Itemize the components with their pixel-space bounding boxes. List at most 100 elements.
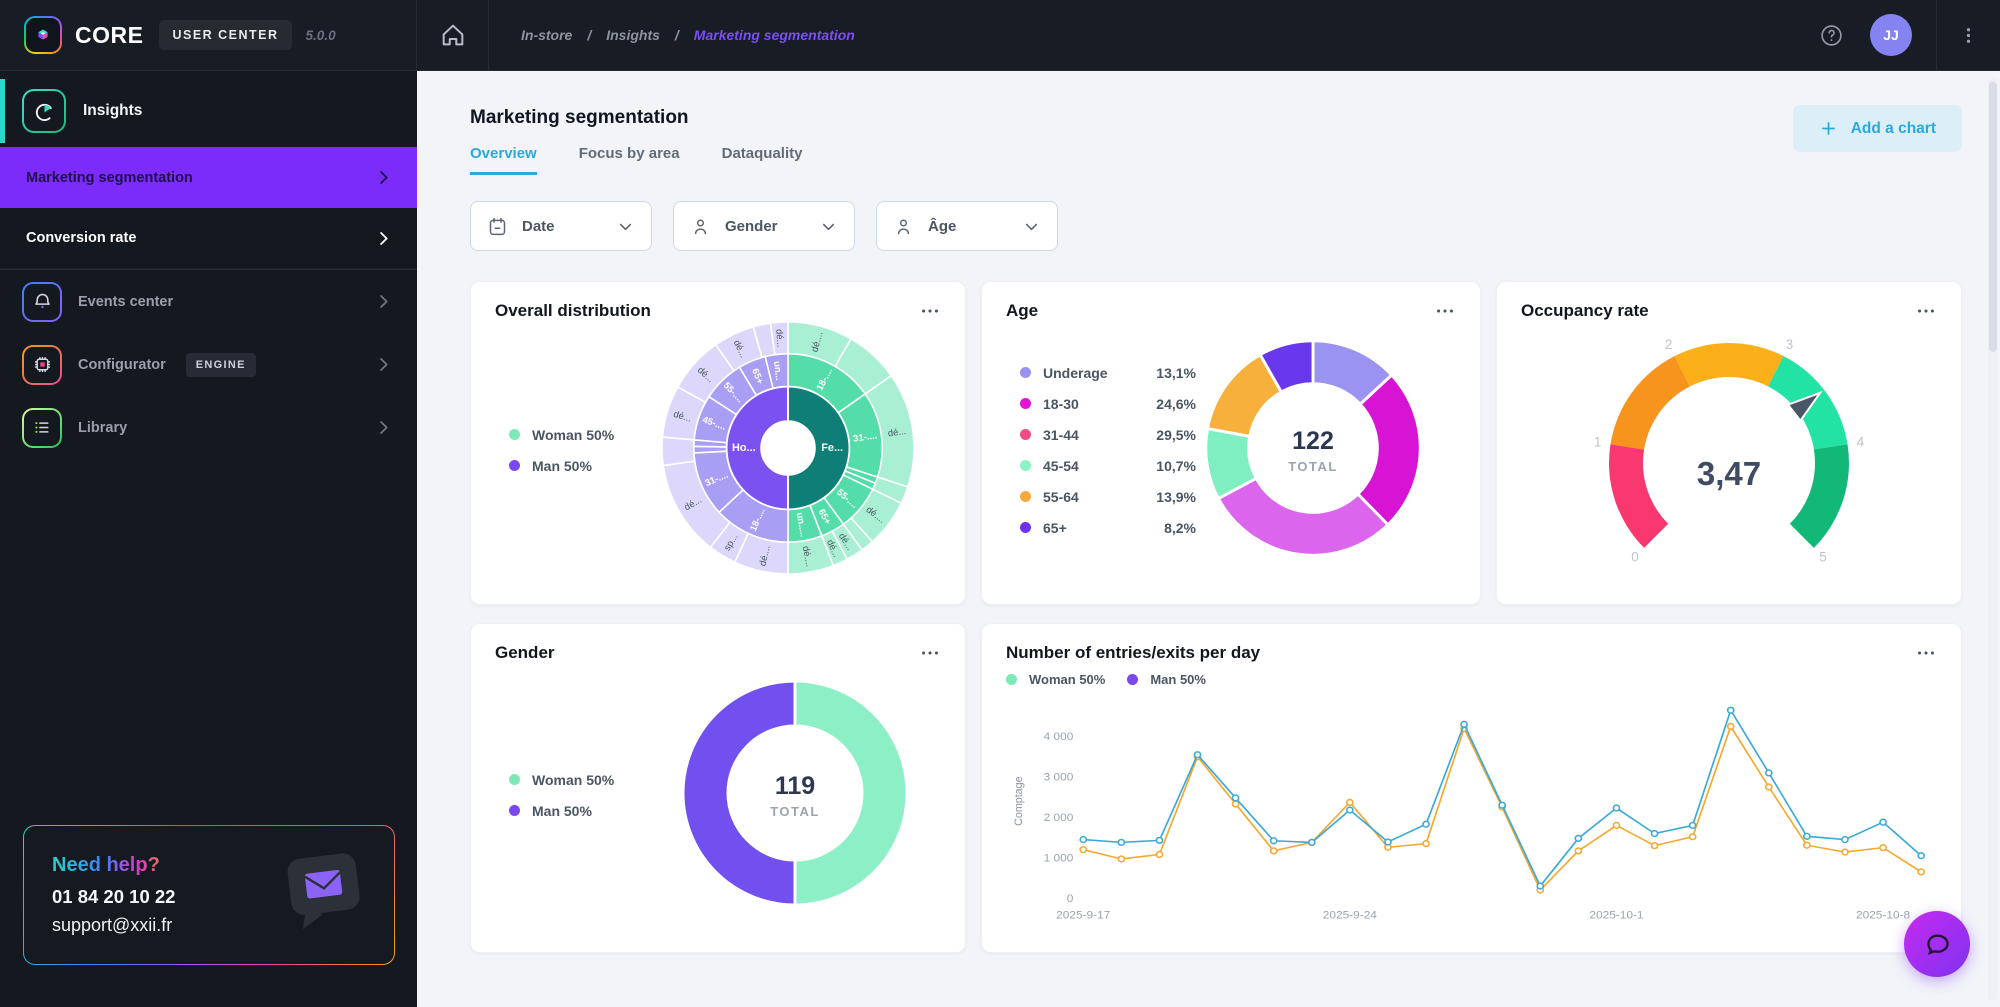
- topbar: CORE USER CENTER 5.0.0 In-store/Insights…: [0, 0, 2000, 71]
- add-chart-button[interactable]: Add a chart: [1793, 105, 1962, 152]
- svg-text:un...: un...: [772, 360, 785, 381]
- sidebar-item-library[interactable]: Library: [0, 396, 417, 459]
- filter-date[interactable]: Date: [470, 201, 652, 251]
- question-icon: [1819, 23, 1844, 48]
- legend-item[interactable]: Man 50%: [509, 803, 659, 819]
- filter-bar: Date Gender Âge: [470, 201, 1962, 251]
- svg-text:1: 1: [1594, 435, 1602, 450]
- legend-value: 13,1%: [1142, 365, 1196, 381]
- sidebar-item-conversion-rate[interactable]: Conversion rate: [0, 208, 417, 269]
- card-entries-exits: Number of entries/exits per day Woman 50…: [981, 623, 1962, 953]
- sidebar-item-insights[interactable]: Insights: [0, 83, 417, 139]
- svg-text:2 000: 2 000: [1044, 812, 1074, 824]
- ellipsis-icon: [919, 642, 941, 664]
- chevron-right-icon: [374, 355, 393, 374]
- person-icon: [893, 216, 914, 237]
- card-title: Occupancy rate: [1521, 301, 1649, 321]
- sidebar-item-events-center[interactable]: Events center: [0, 270, 417, 333]
- card-menu-button[interactable]: [919, 300, 941, 322]
- legend-dot: [1020, 460, 1031, 471]
- legend-label: 45-54: [1043, 458, 1079, 474]
- legend-item[interactable]: 31-44 29,5%: [1020, 427, 1196, 443]
- legend-item[interactable]: 65+8,2%: [1020, 520, 1196, 536]
- legend-label: Woman 50%: [1029, 672, 1105, 687]
- legend-item[interactable]: Man 50%: [1127, 672, 1206, 687]
- chevron-down-icon: [616, 217, 635, 236]
- tab-dataquality[interactable]: Dataquality: [722, 145, 803, 175]
- legend-item[interactable]: 55-6413,9%: [1020, 489, 1196, 505]
- legend-item[interactable]: 18-30 24,6%: [1020, 396, 1196, 412]
- help-email: support@xxii.fr: [52, 915, 175, 936]
- filter-âge[interactable]: Âge: [876, 201, 1058, 251]
- home-icon: [439, 21, 467, 49]
- sidebar-icon-box: [22, 282, 62, 322]
- gender-donut-chart: [675, 673, 915, 913]
- card-menu-button[interactable]: [1434, 300, 1456, 322]
- legend-dot: [509, 429, 520, 440]
- topbar-actions: JJ: [1819, 0, 2000, 70]
- tab-bar: Overview Focus by area Dataquality: [470, 145, 1962, 175]
- svg-text:2: 2: [1665, 337, 1673, 352]
- breadcrumb-item[interactable]: Insights: [606, 27, 660, 43]
- filter-label: Date: [522, 218, 555, 235]
- sidebar-item-label: Insights: [83, 102, 142, 120]
- tab-overview[interactable]: Overview: [470, 145, 537, 175]
- active-section-accent: [0, 79, 5, 143]
- age-donut-chart: [1196, 331, 1430, 565]
- svg-text:dé...: dé...: [774, 328, 786, 347]
- legend-label: 31-44: [1043, 427, 1079, 443]
- card-title: Age: [1006, 301, 1038, 321]
- page-title: Marketing segmentation: [470, 107, 1962, 129]
- legend-item[interactable]: Man 50%: [509, 458, 659, 474]
- kebab-icon: [1957, 24, 1980, 47]
- engine-badge: ENGINE: [186, 353, 256, 377]
- svg-text:2025-9-24: 2025-9-24: [1323, 910, 1378, 922]
- legend-dot: [1020, 522, 1031, 533]
- legend-item[interactable]: Woman 50%: [1006, 672, 1105, 687]
- legend-label: Man 50%: [532, 803, 592, 819]
- filter-gender[interactable]: Gender: [673, 201, 855, 251]
- card-title: Gender: [495, 643, 555, 663]
- gauge-chart: 0123453,47: [1564, 325, 1894, 575]
- card-menu-button[interactable]: [1915, 642, 1937, 664]
- legend-dot: [1127, 674, 1138, 685]
- avatar[interactable]: JJ: [1870, 14, 1912, 56]
- legend-label: Woman 50%: [532, 427, 614, 443]
- sidebar-item-label: Marketing segmentation: [26, 170, 193, 186]
- help-button[interactable]: [1819, 23, 1844, 48]
- help-title: Need help?: [52, 854, 175, 877]
- legend-item[interactable]: Woman 50%: [509, 772, 659, 788]
- breadcrumb-item[interactable]: In-store: [521, 27, 572, 43]
- scrollbar-thumb[interactable]: [1989, 82, 1997, 352]
- breadcrumb-separator: /: [675, 27, 679, 43]
- legend-item[interactable]: 45-5410,7%: [1020, 458, 1196, 474]
- more-menu-button[interactable]: [1936, 0, 2000, 70]
- ellipsis-icon: [1434, 300, 1456, 322]
- legend-item[interactable]: Underage13,1%: [1020, 365, 1196, 381]
- sidebar-item-marketing-segmentation[interactable]: Marketing segmentation: [0, 147, 417, 208]
- legend-item[interactable]: Woman 50%: [509, 427, 659, 443]
- svg-text:4: 4: [1857, 435, 1865, 450]
- chat-fab-button[interactable]: [1904, 911, 1970, 977]
- legend-label: 18-30: [1043, 396, 1079, 412]
- legend-value: 29,5%: [1142, 427, 1196, 443]
- sunburst-chart: Fe...Ho...18-....31-....55-....65+un....…: [659, 319, 917, 577]
- chevron-right-icon: [374, 229, 393, 248]
- legend-label: 65+: [1043, 520, 1067, 536]
- tab-focus-by-area[interactable]: Focus by area: [579, 145, 680, 175]
- svg-text:5: 5: [1819, 550, 1827, 565]
- sidebar-item-configurator[interactable]: ConfiguratorENGINE: [0, 333, 417, 396]
- home-button[interactable]: [417, 0, 489, 70]
- scrollbar[interactable]: [1988, 78, 1998, 1001]
- svg-text:3: 3: [1786, 337, 1794, 352]
- legend-label: Man 50%: [532, 458, 592, 474]
- legend-value: 24,6%: [1142, 396, 1196, 412]
- breadcrumb-item[interactable]: Marketing segmentation: [694, 27, 855, 43]
- ellipsis-icon: [1915, 642, 1937, 664]
- card-menu-button[interactable]: [919, 642, 941, 664]
- card-age: Age Underage13,1% 18-30 24,6% 31-44 29,5% 45-…: [981, 281, 1481, 605]
- sidebar-item-label: Events center: [78, 294, 173, 310]
- card-menu-button[interactable]: [1915, 300, 1937, 322]
- legend-dot: [1020, 429, 1031, 440]
- chat-bubble-icon: [1922, 929, 1953, 960]
